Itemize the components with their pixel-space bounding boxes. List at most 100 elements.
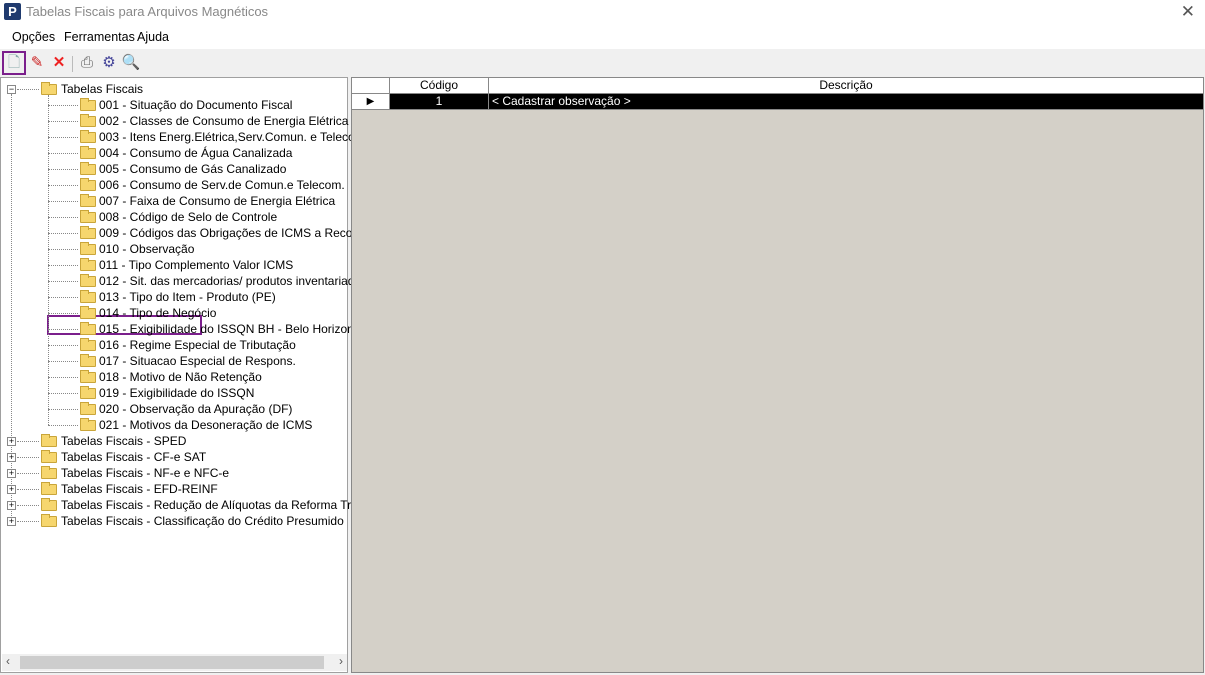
tree-item[interactable]: 019 - Exigibilidade do ISSQN (99, 385, 254, 401)
close-icon[interactable]: ✕ (1181, 2, 1195, 22)
collapse-icon[interactable]: − (7, 85, 16, 94)
tree-line (48, 217, 78, 218)
tree-item[interactable]: 020 - Observação da Apuração (DF) (99, 401, 292, 417)
tree-line (48, 265, 78, 266)
menu-opcoes[interactable]: Opções (12, 30, 55, 44)
cell-codigo[interactable]: 1 (390, 94, 489, 110)
cell-descricao[interactable]: < Cadastrar observação > (489, 94, 1204, 110)
folder-icon (41, 466, 57, 479)
app-logo-icon: P (4, 3, 21, 20)
folder-icon (41, 434, 57, 447)
folder-icon (80, 146, 96, 159)
tree-item[interactable]: 012 - Sit. das mercadorias/ produtos inv… (99, 273, 367, 289)
tree-item[interactable]: 010 - Observação (99, 241, 194, 257)
tree-item[interactable]: 007 - Faixa de Consumo de Energia Elétri… (99, 193, 335, 209)
tree-line (48, 377, 78, 378)
folder-icon (80, 306, 96, 319)
tree-line (48, 137, 78, 138)
expand-icon[interactable]: + (7, 453, 16, 462)
horizontal-scrollbar[interactable]: ‹ › (2, 654, 347, 671)
tree-item[interactable]: 002 - Classes de Consumo de Energia Elét… (99, 113, 348, 129)
tree-item[interactable]: 008 - Código de Selo de Controle (99, 209, 277, 225)
folder-icon (80, 194, 96, 207)
tree-line (48, 345, 78, 346)
header-codigo[interactable]: Código (390, 78, 489, 94)
expand-icon[interactable]: + (7, 437, 16, 446)
tree-item[interactable]: 011 - Tipo Complemento Valor ICMS (99, 257, 293, 273)
edit-pencil-icon[interactable]: ✎ (27, 53, 47, 73)
tree-item[interactable]: 018 - Motivo de Não Retenção (99, 369, 262, 385)
new-document-icon[interactable]: 🗋 (2, 51, 26, 75)
expand-icon[interactable]: + (7, 485, 16, 494)
tree-line (48, 329, 78, 330)
tree-line (48, 185, 78, 186)
scroll-thumb[interactable] (20, 656, 324, 669)
tree-item-group[interactable]: Tabelas Fiscais - NF-e e NFC-e (61, 465, 229, 481)
folder-icon (80, 210, 96, 223)
menu-ferramentas[interactable]: Ferramentas (64, 30, 135, 44)
tree-item-root[interactable]: Tabelas Fiscais (61, 81, 143, 97)
folder-icon (41, 82, 57, 95)
tree-item[interactable]: 004 - Consumo de Água Canalizada (99, 145, 292, 161)
tree-line (48, 361, 78, 362)
tree-line (48, 105, 78, 106)
expand-icon[interactable]: + (7, 517, 16, 526)
folder-icon (80, 226, 96, 239)
tree-item-group[interactable]: Tabelas Fiscais - Classificação do Crédi… (61, 513, 344, 529)
folder-icon (80, 338, 96, 351)
tree-line (17, 473, 39, 474)
folder-icon (80, 114, 96, 127)
folder-icon (41, 450, 57, 463)
folder-icon (41, 514, 57, 527)
folder-icon (80, 386, 96, 399)
tree-line (48, 95, 49, 425)
folder-icon (80, 242, 96, 255)
tree-item[interactable]: 005 - Consumo de Gás Canalizado (99, 161, 286, 177)
expand-icon[interactable]: + (7, 501, 16, 510)
print-icon[interactable]: ⎙ (77, 53, 97, 73)
print-setup-icon[interactable]: ⚙ (99, 53, 119, 73)
tree-item[interactable]: 009 - Códigos das Obrigações de ICMS a R… (99, 225, 372, 241)
toolbar-separator (72, 56, 73, 72)
tree-item[interactable]: 015 - Exigibilidade do ISSQN BH - Belo H… (99, 321, 364, 337)
delete-x-icon[interactable]: ✕ (49, 53, 69, 73)
tree-item[interactable]: 014 - Tipo de Negócio (99, 305, 216, 321)
tree-line (48, 409, 78, 410)
indicator-header (352, 78, 390, 94)
folder-icon (41, 482, 57, 495)
search-magnifier-icon[interactable]: 🔍 (121, 53, 141, 73)
data-grid: Código Descrição ▶ 1 < Cadastrar observa… (351, 77, 1204, 673)
tree-line (17, 441, 39, 442)
tree-line (48, 249, 78, 250)
tree-item[interactable]: 013 - Tipo do Item - Produto (PE) (99, 289, 276, 305)
header-descricao[interactable]: Descrição (489, 78, 1204, 94)
title-bar: P Tabelas Fiscais para Arquivos Magnétic… (0, 0, 1205, 25)
tree-item[interactable]: 006 - Consumo de Serv.de Comun.e Telecom… (99, 177, 345, 193)
folder-icon (80, 98, 96, 111)
tree-item[interactable]: 017 - Situacao Especial de Respons. (99, 353, 296, 369)
tree-item-group[interactable]: Tabelas Fiscais - Redução de Alíquotas d… (61, 497, 384, 513)
tree-line (48, 153, 78, 154)
tree-item[interactable]: 001 - Situação do Documento Fiscal (99, 97, 292, 113)
menu-ajuda[interactable]: Ajuda (137, 30, 169, 44)
row-indicator-icon: ▶ (352, 94, 390, 110)
scroll-right-icon[interactable]: › (339, 654, 343, 668)
tree-line (48, 297, 78, 298)
tree-item[interactable]: 016 - Regime Especial de Tributação (99, 337, 296, 353)
tree-line (48, 201, 78, 202)
tree-item[interactable]: 021 - Motivos da Desoneração de ICMS (99, 417, 312, 433)
expand-icon[interactable]: + (7, 469, 16, 478)
tree-item-group[interactable]: Tabelas Fiscais - EFD-REINF (61, 481, 218, 497)
tree-line (17, 89, 39, 90)
tree-item-group[interactable]: Tabelas Fiscais - SPED (61, 433, 186, 449)
folder-icon (41, 498, 57, 511)
folder-icon (80, 290, 96, 303)
window-title: Tabelas Fiscais para Arquivos Magnéticos (26, 4, 269, 19)
tree-view[interactable]: ‹ › − Tabelas Fiscais 001 - Situação do Do… (0, 77, 384, 673)
scroll-left-icon[interactable]: ‹ (6, 654, 10, 668)
folder-icon (80, 370, 96, 383)
tree-item-group[interactable]: Tabelas Fiscais - CF-e SAT (61, 449, 206, 465)
folder-icon (80, 162, 96, 175)
folder-icon (80, 354, 96, 367)
tree-item[interactable]: 003 - Itens Energ.Elétrica,Serv.Comun. e… (99, 129, 368, 145)
